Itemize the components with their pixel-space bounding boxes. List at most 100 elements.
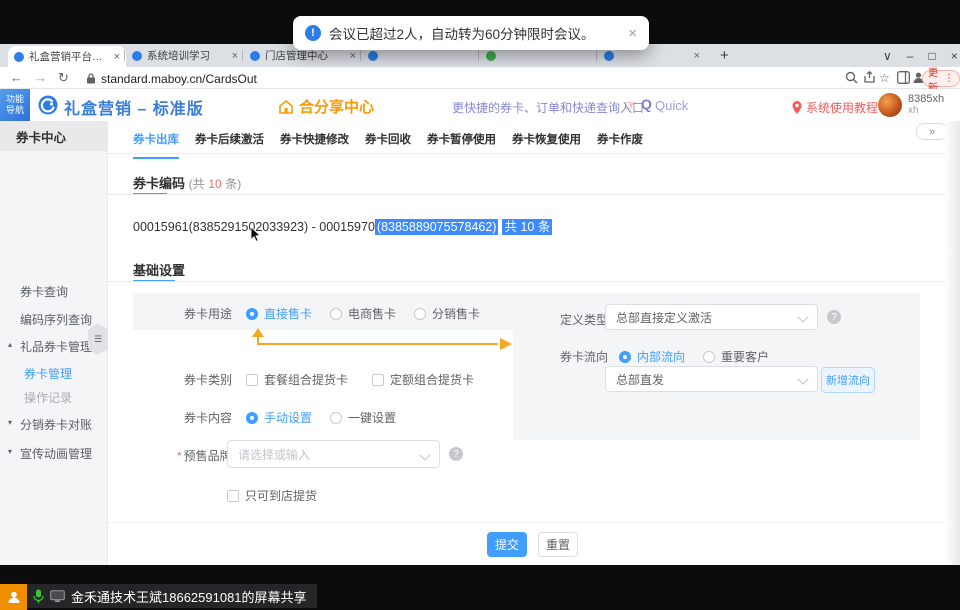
- tab-close-icon[interactable]: ×: [114, 51, 120, 63]
- quick-label[interactable]: Quick: [655, 98, 688, 113]
- tab-close-icon[interactable]: ×: [694, 50, 700, 62]
- checkbox-package-combo-card[interactable]: [246, 374, 258, 386]
- radio-manual-setup[interactable]: [246, 412, 258, 424]
- tab-close-icon[interactable]: ×: [232, 50, 238, 62]
- tab-card-recycle[interactable]: 券卡回收: [365, 131, 411, 159]
- tab-close-icon[interactable]: ×: [350, 50, 356, 62]
- user-name-text: 8385xh: [908, 94, 944, 105]
- window-close-button[interactable]: ×: [951, 49, 958, 63]
- share-center-link[interactable]: 合分享中心: [278, 96, 374, 117]
- question-glyph: ?: [831, 312, 837, 323]
- collapse-panel-button[interactable]: »: [916, 123, 948, 140]
- tab-card-outbound[interactable]: 券卡出库: [133, 131, 179, 159]
- side-panel-icon[interactable]: [897, 71, 910, 84]
- option-store-pickup-only[interactable]: 只可到店提货: [245, 487, 317, 504]
- expand-down-icon[interactable]: ▾: [8, 447, 12, 456]
- define-type-value: 总部直接定义激活: [616, 309, 712, 326]
- required-asterisk: *: [177, 449, 182, 463]
- sidebar-item-card-management[interactable]: 券卡管理: [24, 365, 72, 382]
- tab-card-followup-activate[interactable]: 券卡后续激活: [195, 131, 264, 159]
- radio-ecommerce-sale[interactable]: [330, 308, 342, 320]
- browser-tab-2[interactable]: 系统培训学习 ×: [126, 44, 244, 67]
- share-participant-badge[interactable]: [0, 584, 27, 610]
- card-flow-row: 券卡流向 内部流向 重要客户: [560, 348, 787, 365]
- toast-message: 会议已超过2人，自动转为60分钟限时会议。: [329, 23, 620, 43]
- new-tab-button[interactable]: +: [720, 47, 729, 64]
- menu-dots-icon: ⋮: [944, 73, 954, 84]
- location-pin-icon: [792, 101, 802, 114]
- tab-separator: [242, 50, 243, 61]
- sidebar-collapse-handle[interactable]: ☰: [88, 323, 108, 355]
- option-direct-sale[interactable]: 直接售卡: [264, 305, 312, 322]
- sidebar-item-promo-animation[interactable]: 宣传动画管理: [20, 445, 92, 462]
- reset-button[interactable]: 重置: [538, 532, 578, 557]
- help-icon[interactable]: ?: [827, 310, 841, 324]
- tab-search-icon[interactable]: ∨: [883, 49, 892, 63]
- option-ecommerce-sale[interactable]: 电商售卡: [348, 305, 396, 322]
- radio-important-customer[interactable]: [703, 351, 715, 363]
- sidebar-item-code-sequence-query[interactable]: 编码序列查询: [20, 311, 92, 328]
- section-divider: [108, 194, 945, 195]
- option-important-customer[interactable]: 重要客户: [721, 348, 769, 365]
- checkbox-fixed-combo-card[interactable]: [372, 374, 384, 386]
- tab-card-quick-edit[interactable]: 券卡快捷修改: [280, 131, 349, 159]
- sidebar-item-distribution-reconciliation[interactable]: 分销券卡对账: [20, 416, 92, 433]
- add-flow-button[interactable]: 新增流向: [821, 367, 875, 393]
- radio-distribution-sale[interactable]: [414, 308, 426, 320]
- function-nav-toggle[interactable]: 功能 导航: [0, 89, 30, 121]
- quick-q-icon[interactable]: Q: [641, 96, 652, 112]
- add-flow-label: 新增流向: [826, 372, 870, 388]
- sidebar-item-gift-card-management[interactable]: 礼品券卡管理: [20, 338, 92, 355]
- sidebar-item-card-query[interactable]: 券卡查询: [20, 283, 68, 300]
- hand-point-icon: ☞: [624, 97, 637, 114]
- scrollbar-track[interactable]: [945, 121, 960, 565]
- option-internal-flow[interactable]: 内部流向: [637, 348, 685, 365]
- toast-close-icon[interactable]: ×: [628, 25, 637, 42]
- flow-select[interactable]: 总部直发: [605, 366, 818, 392]
- expand-up-icon[interactable]: ▴: [8, 340, 12, 349]
- option-package-combo-card[interactable]: 套餐组合提货卡: [264, 371, 348, 388]
- user-avatar[interactable]: [878, 93, 902, 117]
- radio-one-click-setup[interactable]: [330, 412, 342, 424]
- meeting-toast: ! 会议已超过2人，自动转为60分钟限时会议。 ×: [293, 16, 649, 50]
- tutorial-link[interactable]: 系统使用教程: [792, 99, 878, 116]
- presale-brand-select[interactable]: 请选择或输入: [227, 440, 440, 468]
- option-one-click-setup[interactable]: 一键设置: [348, 409, 396, 426]
- zoom-icon[interactable]: [845, 71, 858, 84]
- tab-card-void[interactable]: 券卡作废: [597, 131, 643, 159]
- option-fixed-combo-card[interactable]: 定额组合提货卡: [390, 371, 474, 388]
- option-manual-setup[interactable]: 手动设置: [264, 409, 312, 426]
- define-type-label-wrap: 定义类型: [560, 311, 608, 328]
- bookmark-star-icon[interactable]: ☆: [879, 71, 890, 85]
- browser-update-button[interactable]: 更新 ⋮: [922, 70, 960, 87]
- content-tab-bar: 券卡出库 券卡后续激活 券卡快捷修改 券卡回收 券卡暂停使用 券卡恢复使用 券卡…: [133, 131, 643, 159]
- submit-button[interactable]: 提交: [487, 532, 527, 557]
- reload-icon[interactable]: ↻: [58, 70, 69, 86]
- radio-direct-sale[interactable]: [246, 308, 258, 320]
- tab-card-suspend[interactable]: 券卡暂停使用: [427, 131, 496, 159]
- define-type-label: 定义类型: [560, 311, 608, 328]
- card-content-row: 券卡内容 手动设置 一键设置: [184, 409, 414, 426]
- radio-internal-flow[interactable]: [619, 351, 631, 363]
- window-minimize-button[interactable]: –: [907, 49, 914, 63]
- sidebar-item-operation-records[interactable]: 操作记录: [24, 389, 72, 406]
- screen-share-indicator: 金禾通技术王斌18662591081的屏幕共享: [27, 584, 317, 608]
- microphone-icon: [33, 589, 44, 604]
- site-favicon: [368, 51, 378, 61]
- url-field[interactable]: standard.maboy.cn/CardsOut: [101, 72, 257, 86]
- browser-tab-1[interactable]: 礼盒营销平台管理中心 ×: [8, 46, 126, 67]
- app-title: 礼盒营销 – 标准版: [64, 95, 204, 119]
- define-type-select[interactable]: 总部直接定义激活: [605, 304, 818, 330]
- forward-icon[interactable]: →: [34, 70, 47, 85]
- window-maximize-button[interactable]: □: [928, 49, 935, 63]
- option-distribution-sale[interactable]: 分销售卡: [432, 305, 480, 322]
- back-icon[interactable]: ←: [10, 70, 23, 85]
- flow-value: 总部直发: [616, 371, 664, 388]
- tab-card-resume[interactable]: 券卡恢复使用: [512, 131, 581, 159]
- help-icon[interactable]: ?: [449, 447, 463, 461]
- checkbox-store-pickup-only[interactable]: [227, 490, 239, 502]
- app-header: 功能 导航 礼盒营销 – 标准版 合分享中心 更快捷的券卡、订单和快递查询入口 …: [0, 89, 960, 121]
- share-icon[interactable]: [863, 71, 876, 84]
- double-right-icon: »: [929, 126, 935, 138]
- expand-down-icon[interactable]: ▾: [8, 418, 12, 427]
